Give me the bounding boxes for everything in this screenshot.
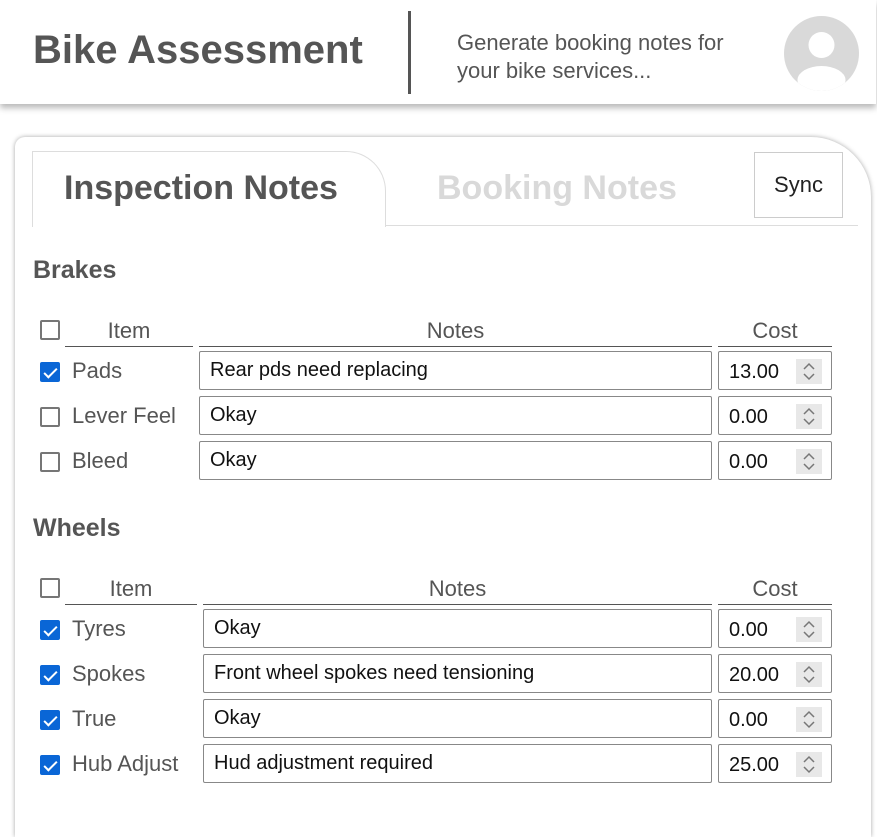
cost-input[interactable]: 20.00: [718, 654, 832, 693]
spinner-icon[interactable]: [796, 404, 822, 429]
cost-value: 0.00: [729, 619, 768, 641]
tab-booking-notes[interactable]: Booking Notes: [437, 169, 677, 208]
row-checkbox[interactable]: [40, 620, 60, 640]
row-checkbox[interactable]: [40, 407, 60, 427]
user-avatar-icon[interactable]: [784, 16, 859, 91]
select-all-checkbox[interactable]: [40, 578, 60, 598]
item-label: Hub Adjust: [72, 751, 179, 776]
column-header-notes: Notes: [199, 319, 712, 347]
column-header-cost: Cost: [718, 319, 832, 347]
item-label: Tyres: [72, 616, 126, 641]
cost-input[interactable]: 0.00: [718, 441, 832, 480]
row-checkbox[interactable]: [40, 755, 60, 775]
cost-input[interactable]: 0.00: [718, 396, 832, 435]
cost-value: 13.00: [729, 361, 780, 383]
spinner-icon[interactable]: [796, 449, 822, 474]
notes-input[interactable]: [203, 699, 712, 738]
item-label: Bleed: [72, 448, 129, 473]
assessment-card: Inspection Notes Booking Notes Sync Brak…: [15, 137, 871, 837]
app-subtitle: Generate booking notes for your bike ser…: [457, 30, 724, 83]
spinner-icon[interactable]: [796, 662, 822, 687]
notes-input[interactable]: [199, 396, 712, 435]
section-title-brakes: Brakes: [33, 256, 117, 284]
notes-input[interactable]: [203, 654, 712, 693]
app-title: Bike Assessment: [33, 28, 363, 72]
row-checkbox[interactable]: [40, 665, 60, 685]
cost-input[interactable]: 13.00: [718, 351, 832, 390]
notes-input[interactable]: [203, 744, 712, 783]
header-divider: [408, 11, 411, 94]
spinner-icon[interactable]: [796, 752, 822, 777]
cost-input[interactable]: 25.00: [718, 744, 832, 783]
cost-input[interactable]: 0.00: [718, 609, 832, 648]
cost-input[interactable]: 0.00: [718, 699, 832, 738]
cost-value: 0.00: [729, 709, 768, 731]
spinner-icon[interactable]: [796, 617, 822, 642]
column-header-cost: Cost: [718, 577, 832, 605]
cost-value: 25.00: [729, 754, 780, 776]
spinner-icon[interactable]: [796, 707, 822, 732]
column-header-item: Item: [65, 577, 197, 605]
cost-value: 20.00: [729, 664, 780, 686]
column-header-notes: Notes: [203, 577, 712, 605]
item-label: Lever Feel: [72, 403, 176, 428]
notes-input[interactable]: [203, 609, 712, 648]
tab-inspection-notes-label[interactable]: Inspection Notes: [64, 169, 338, 208]
column-header-item: Item: [65, 319, 193, 347]
item-label: Pads: [72, 358, 123, 383]
row-checkbox[interactable]: [40, 362, 60, 382]
notes-input[interactable]: [199, 351, 712, 390]
spinner-icon[interactable]: [796, 359, 822, 384]
section-title-wheels: Wheels: [33, 514, 121, 542]
item-label: Spokes: [72, 661, 146, 686]
sync-button[interactable]: Sync: [754, 152, 843, 218]
row-checkbox[interactable]: [40, 452, 60, 472]
item-label: True: [72, 706, 117, 731]
cost-value: 0.00: [729, 406, 768, 428]
notes-input[interactable]: [199, 441, 712, 480]
select-all-checkbox[interactable]: [40, 320, 60, 340]
app-header: Bike Assessment Generate booking notes f…: [0, 0, 876, 104]
cost-value: 0.00: [729, 451, 768, 473]
row-checkbox[interactable]: [40, 710, 60, 730]
